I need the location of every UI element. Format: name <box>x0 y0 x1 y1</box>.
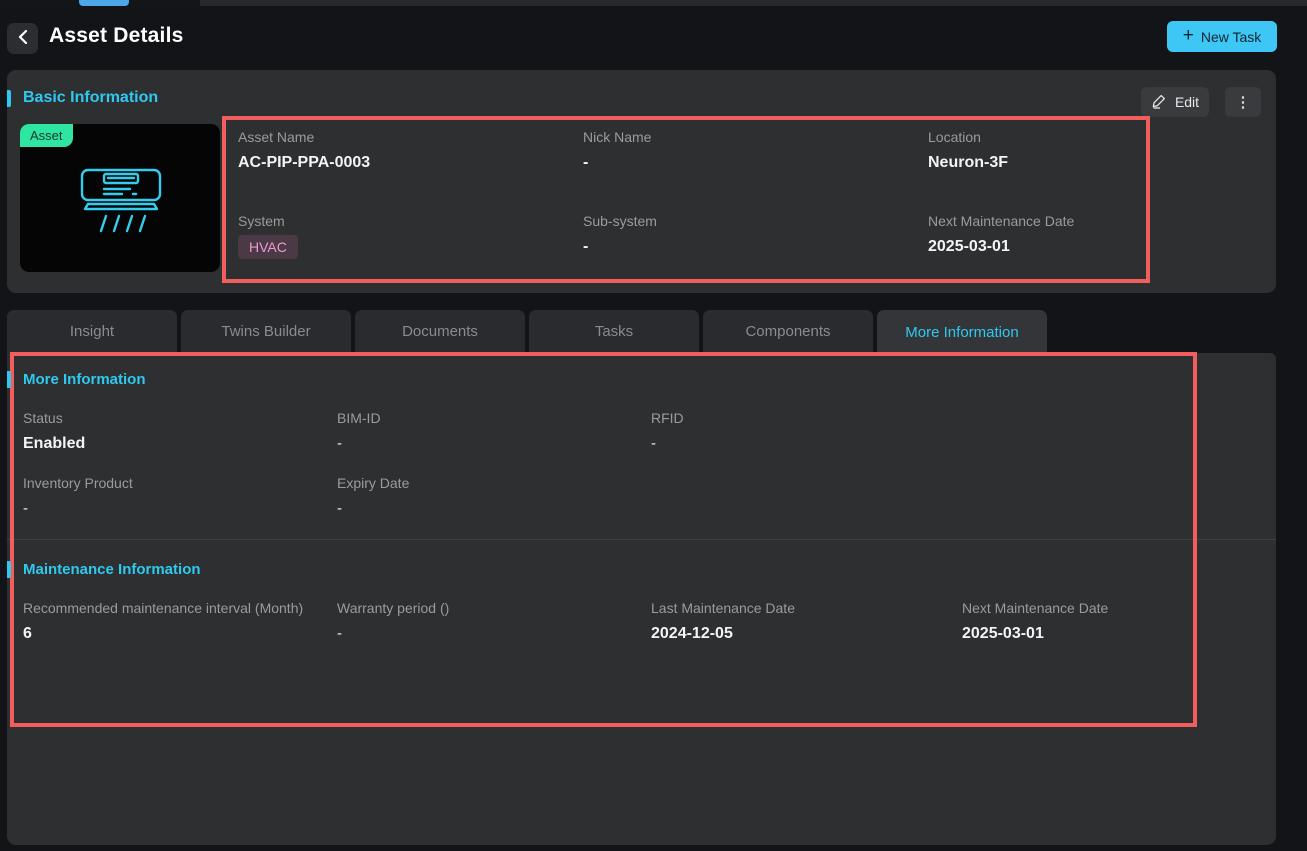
field-label: BIM-ID <box>337 410 381 426</box>
tab-tasks[interactable]: Tasks <box>529 310 699 353</box>
field-value: - <box>583 154 589 171</box>
section-accent-bar <box>7 561 11 578</box>
field-inventory-product: Inventory Product - <box>23 475 133 518</box>
section-accent-bar <box>7 371 11 388</box>
edit-pencil-icon <box>1151 93 1167 112</box>
field-sub-system: Sub-system - <box>583 213 657 256</box>
field-expiry-date: Expiry Date - <box>337 475 409 518</box>
basic-information-title: Basic Information <box>23 89 159 106</box>
new-task-label: New Task <box>1200 28 1262 45</box>
field-label: Next Maintenance Date <box>928 213 1075 229</box>
field-label: Warranty period () <box>337 600 450 616</box>
tab-documents[interactable]: Documents <box>355 310 525 353</box>
more-information-title: More Information <box>23 371 146 388</box>
kebab-icon: ⋮ <box>1235 93 1251 111</box>
field-value: 2025-03-01 <box>962 625 1044 642</box>
field-label: Recommended maintenance interval (Month) <box>23 600 304 616</box>
field-value: 2025-03-01 <box>928 238 1010 255</box>
section-divider <box>7 539 1276 540</box>
field-value: - <box>337 500 342 517</box>
page-title: Asset Details <box>49 24 184 47</box>
field-asset-name: Asset Name AC-PIP-PPA-0003 <box>238 129 370 172</box>
browser-tab-strip <box>0 0 1307 6</box>
field-label: Location <box>928 129 981 145</box>
field-location: Location Neuron-3F <box>928 129 1008 172</box>
chevron-left-icon <box>18 29 28 47</box>
asset-image: Asset <box>20 124 220 272</box>
field-label: System <box>238 213 285 229</box>
tab-more-information[interactable]: More Information <box>877 310 1047 355</box>
field-value: - <box>651 435 656 452</box>
back-button[interactable] <box>7 23 38 54</box>
field-value: 6 <box>23 625 32 642</box>
tab-components[interactable]: Components <box>703 310 873 353</box>
detail-tabs: Insight Twins Builder Documents Tasks Co… <box>7 310 1047 355</box>
field-last-maintenance-date: Last Maintenance Date 2024-12-05 <box>651 600 795 643</box>
field-value: Neuron-3F <box>928 154 1008 171</box>
browser-active-tab <box>0 0 200 6</box>
edit-label: Edit <box>1174 94 1200 110</box>
field-nick-name: Nick Name - <box>583 129 651 172</box>
plus-icon: + <box>1182 25 1194 46</box>
field-bim-id: BIM-ID - <box>337 410 381 453</box>
field-value: - <box>583 238 589 255</box>
field-value: 2024-12-05 <box>651 625 733 642</box>
system-tag-hvac: HVAC <box>238 235 298 259</box>
field-label: Sub-system <box>583 213 657 229</box>
field-label: Status <box>23 410 63 426</box>
active-tab-indicator <box>79 0 129 6</box>
tab-insight[interactable]: Insight <box>7 310 177 353</box>
field-label: Last Maintenance Date <box>651 600 795 616</box>
edit-button[interactable]: Edit <box>1141 87 1209 117</box>
asset-type-badge: Asset <box>20 124 73 147</box>
field-value: - <box>23 500 28 517</box>
field-label: RFID <box>651 410 684 426</box>
field-label: Expiry Date <box>337 475 410 491</box>
asset-details-page: Asset Details + New Task Basic Informati… <box>0 0 1307 851</box>
more-options-button[interactable]: ⋮ <box>1225 87 1261 117</box>
field-label: Nick Name <box>583 129 652 145</box>
field-value: AC-PIP-PPA-0003 <box>238 154 371 171</box>
new-task-button[interactable]: + New Task <box>1167 21 1277 52</box>
tab-twins-builder[interactable]: Twins Builder <box>181 310 351 353</box>
more-information-panel <box>7 353 1276 845</box>
field-status: Status Enabled <box>23 410 85 453</box>
air-conditioner-icon <box>78 168 164 239</box>
field-label: Next Maintenance Date <box>962 600 1109 616</box>
field-value: - <box>337 435 342 452</box>
field-system: System HVAC <box>238 213 298 259</box>
field-label: Asset Name <box>238 129 315 145</box>
field-next-maintenance-date: Next Maintenance Date 2025-03-01 <box>928 213 1074 256</box>
section-accent-bar <box>7 90 11 107</box>
field-label: Inventory Product <box>23 475 133 491</box>
field-maintenance-interval: Recommended maintenance interval (Month)… <box>23 600 303 643</box>
field-value: - <box>337 625 342 642</box>
field-value: Enabled <box>23 435 86 452</box>
field-warranty-period: Warranty period () - <box>337 600 449 643</box>
field-rfid: RFID - <box>651 410 684 453</box>
field-next-maintenance-date-2: Next Maintenance Date 2025-03-01 <box>962 600 1108 643</box>
maintenance-information-title: Maintenance Information <box>23 561 201 578</box>
